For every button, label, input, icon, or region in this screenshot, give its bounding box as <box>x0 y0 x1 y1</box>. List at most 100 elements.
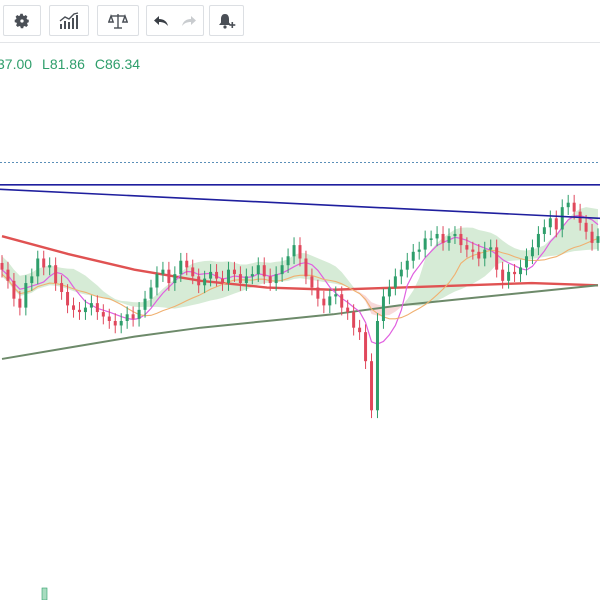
candle-body <box>209 271 213 279</box>
candle-body <box>423 238 427 250</box>
candle-body <box>286 256 290 266</box>
trendline-descending <box>0 188 600 220</box>
candle-body <box>143 298 147 310</box>
candle-body <box>536 233 540 248</box>
ohlc-readout: 37.00 L81.86 C86.34 <box>0 56 140 74</box>
candle-body <box>83 307 87 313</box>
volume-bar <box>41 587 48 600</box>
candle-body <box>495 247 499 270</box>
candle-body <box>24 283 28 308</box>
chart-toolbar <box>0 0 600 43</box>
candle-body <box>238 274 242 284</box>
low-label: L <box>42 56 50 72</box>
compare-button[interactable] <box>97 5 139 36</box>
redo-button[interactable] <box>175 6 203 35</box>
candle-body <box>334 294 338 297</box>
candle-body <box>387 287 391 297</box>
candle-body <box>42 258 46 268</box>
candle-body <box>280 265 284 275</box>
candle-body <box>161 269 165 275</box>
candle-body <box>405 260 409 270</box>
close-value: 86.34 <box>105 56 141 72</box>
candle-body <box>530 247 534 257</box>
candle-body <box>519 267 523 275</box>
candle-body <box>60 283 64 292</box>
candle-body <box>173 274 177 284</box>
candle-body <box>358 327 362 333</box>
candle-body <box>131 314 135 319</box>
candle-body <box>381 296 385 321</box>
candle-body <box>584 222 588 232</box>
candle-body <box>95 303 99 313</box>
candle-body <box>310 276 314 288</box>
candle-body <box>215 271 219 279</box>
redo-icon <box>181 14 197 28</box>
candle-body <box>489 247 493 250</box>
candle-body <box>244 276 248 284</box>
trendlines[interactable] <box>0 162 600 220</box>
low-value: 81.86 <box>49 56 85 72</box>
candle-body <box>548 218 552 228</box>
candle-body <box>572 202 576 212</box>
candle-body <box>566 202 570 208</box>
candle-body <box>411 251 415 261</box>
candle-body <box>0 262 4 270</box>
candle-body <box>119 321 123 326</box>
candle-body <box>125 314 129 321</box>
candle-body <box>441 233 445 243</box>
candle-body <box>72 305 76 310</box>
candle-body <box>429 238 433 240</box>
candle-body <box>149 287 153 299</box>
candle-body <box>262 265 266 277</box>
candle-body <box>483 249 487 259</box>
bell-plus-icon <box>217 12 237 30</box>
candle-body <box>447 236 451 243</box>
candle-body <box>513 271 517 275</box>
candle-body <box>101 312 105 317</box>
candle-body <box>477 251 481 259</box>
candle-body <box>328 296 332 306</box>
candle-body <box>364 332 368 362</box>
candle-body <box>393 276 397 288</box>
candle-body <box>203 278 207 286</box>
undo-button[interactable] <box>147 6 175 35</box>
candle-body <box>185 260 189 268</box>
candle-body <box>417 249 421 252</box>
candle-body <box>375 321 379 411</box>
candle-body <box>107 316 111 321</box>
candle-body <box>435 233 439 239</box>
candle-body <box>596 236 600 243</box>
settings-button[interactable] <box>3 5 41 36</box>
alert-button[interactable] <box>209 5 244 36</box>
candle-body <box>501 269 505 281</box>
candle-body <box>89 303 93 308</box>
candle-body <box>298 245 302 259</box>
candle-body <box>66 291 70 306</box>
candle-body <box>471 249 475 252</box>
candle-body <box>465 245 469 250</box>
candle-body <box>399 269 403 277</box>
close-label: C <box>94 56 106 72</box>
gear-icon <box>13 12 31 30</box>
candle-body <box>48 265 52 268</box>
candle-body <box>524 256 528 268</box>
candle-body <box>77 309 81 313</box>
candle-body <box>542 227 546 234</box>
price-chart[interactable] <box>0 0 600 600</box>
candle-body <box>590 231 594 243</box>
undo-icon <box>153 14 169 28</box>
candle-body <box>12 280 16 299</box>
candles <box>0 194 600 419</box>
candle-body <box>346 307 350 313</box>
candle-body <box>292 245 296 257</box>
cloud-segment <box>353 287 408 316</box>
indicators-button[interactable] <box>49 5 89 36</box>
candle-body <box>167 269 171 284</box>
candle-body <box>507 271 511 281</box>
candle-body <box>304 258 308 277</box>
candle-body <box>250 274 254 277</box>
candle-body <box>197 276 201 286</box>
candle-body <box>560 207 564 230</box>
candle-body <box>352 312 356 328</box>
candle-body <box>155 274 159 288</box>
